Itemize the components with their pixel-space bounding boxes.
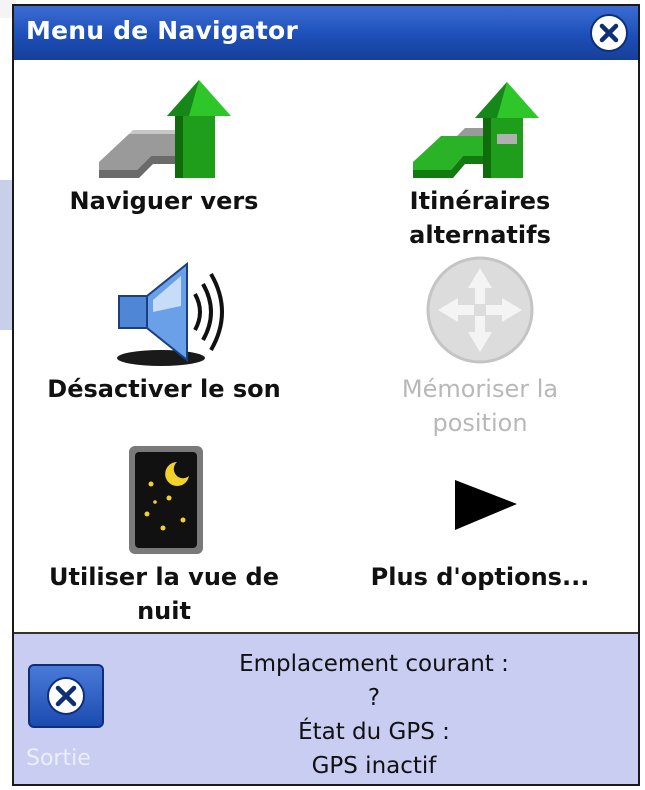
save-position-icon (426, 256, 534, 364)
gps-status-value: GPS inactif (311, 753, 437, 779)
speaker-icon (117, 261, 224, 366)
menu-item-save-position: Mémoriser la position (330, 250, 630, 440)
title-bar: Menu de Navigator (14, 6, 638, 60)
menu-item-label: Naviguer vers (69, 187, 259, 215)
close-button[interactable] (590, 14, 628, 52)
night-view-icon (129, 446, 203, 554)
close-icon (599, 23, 619, 43)
menu-item-label: Utiliser la vue de (49, 563, 279, 591)
location-value: ? (367, 685, 381, 711)
status-panel: Sortie Emplacement courant : ? État du G… (14, 634, 638, 784)
menu-item-label: Mémoriser la (401, 375, 559, 403)
gps-status-label: État du GPS : (298, 719, 450, 745)
menu-item-mute-sound[interactable]: Désactiver le son (14, 250, 314, 406)
menu-item-label-line2: position (432, 409, 528, 437)
menu-item-more-options[interactable]: Plus d'options... (330, 442, 630, 594)
exit-x-icon (47, 677, 85, 715)
exit-label: Sortie (26, 746, 91, 771)
alternative-routes-icon (413, 82, 539, 178)
play-arrow-icon (455, 480, 517, 530)
exit-button[interactable] (28, 664, 104, 728)
menu-item-night-view[interactable]: Utiliser la vue de nuit (14, 442, 314, 628)
screen: Menu de Navigator Naviguer vers Itinérai… (0, 0, 645, 790)
location-label: Emplacement courant : (239, 651, 509, 677)
menu-item-alternative-routes[interactable]: Itinéraires alternatifs (330, 74, 630, 252)
navigator-menu-window: Menu de Navigator Naviguer vers Itinérai… (12, 4, 640, 786)
menu-item-label-line2: alternatifs (409, 221, 551, 249)
menu-item-label: Plus d'options... (370, 563, 590, 591)
menu-item-navigate-to[interactable]: Naviguer vers (14, 74, 314, 218)
menu-item-label: Itinéraires (409, 187, 551, 215)
menu-item-label: Désactiver le son (47, 375, 281, 403)
navigate-arrow-icon (99, 80, 231, 178)
window-title: Menu de Navigator (26, 16, 298, 45)
menu-item-label-line2: nuit (137, 597, 191, 625)
menu-grid: Naviguer vers Itinéraires alternatifs Dé… (14, 60, 638, 632)
